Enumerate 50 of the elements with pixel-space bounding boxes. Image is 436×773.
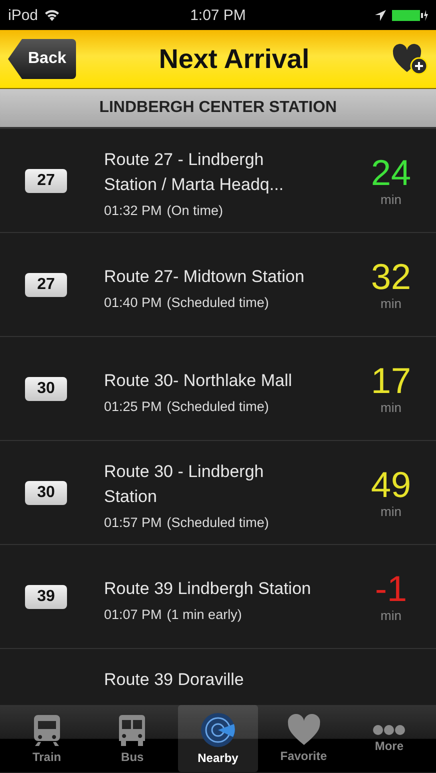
route-number: 30 xyxy=(25,480,67,504)
minutes-count: 49 xyxy=(370,466,412,504)
arrival-status: (1 min early) xyxy=(166,606,242,622)
heart-icon xyxy=(286,714,321,746)
route-number: 27 xyxy=(25,272,67,296)
arrival-status: (On time) xyxy=(166,203,224,218)
route-title: Route 39 Doraville xyxy=(104,669,245,691)
route-title: Route 39 Lindbergh Station xyxy=(104,578,312,600)
wifi-icon xyxy=(44,9,60,21)
minutes-count: 32 xyxy=(370,258,412,296)
arrival-time: 01:40 PM xyxy=(104,294,162,310)
location-arrow-icon xyxy=(375,10,386,20)
route-title: Route 27- Midtown Station xyxy=(104,266,306,288)
tab-item[interactable]: Bus xyxy=(92,705,172,772)
arrival-status: (Scheduled time) xyxy=(166,294,269,310)
minutes-unit: min xyxy=(380,192,402,207)
route-title: Route 30 - Lindbergh Station xyxy=(104,461,265,508)
route-title: Route 30- Northlake Mall xyxy=(104,370,294,392)
arrival-time: 01:25 PM xyxy=(104,398,162,414)
route-number: 39 xyxy=(25,584,67,608)
arrival-time: 01:32 PM xyxy=(104,203,162,218)
radar-icon xyxy=(200,712,236,748)
tab-item[interactable]: Nearby xyxy=(178,705,258,772)
more-icon xyxy=(373,724,406,736)
route-number: 30 xyxy=(25,376,67,400)
arrival-status: (Scheduled time) xyxy=(166,515,269,530)
battery-icon xyxy=(392,8,428,22)
arrival-time: 01:57 PM xyxy=(104,515,162,530)
minutes-unit: min xyxy=(380,504,402,519)
minutes-count: 24 xyxy=(370,154,412,192)
minutes-unit: min xyxy=(380,296,402,311)
route-title: Route 27 - Lindbergh Station / Marta Headq... xyxy=(104,149,285,196)
heart-plus-icon[interactable] xyxy=(392,43,428,75)
minutes-unit: min xyxy=(380,400,402,415)
bus-icon xyxy=(117,713,148,747)
arrival-status: (Scheduled time) xyxy=(166,398,269,414)
device-name: iPod xyxy=(8,6,38,24)
back-button[interactable]: Back xyxy=(8,39,76,79)
screen-title: Next Arrival xyxy=(158,44,310,74)
arrival-time: 01:07 PM xyxy=(104,606,162,622)
minutes-count: 17 xyxy=(370,362,412,400)
minutes-count: -1 xyxy=(374,570,407,608)
tab-item[interactable]: Favorite xyxy=(264,705,344,772)
train-icon xyxy=(32,713,62,747)
section-header: LINDBERGH CENTER STATION xyxy=(0,89,436,129)
clock-time: 1:07 PM xyxy=(190,6,246,24)
tab-item[interactable]: Train xyxy=(6,705,87,772)
route-number: 27 xyxy=(25,168,67,192)
minutes-unit: min xyxy=(380,608,402,623)
tab-item[interactable]: More xyxy=(349,705,430,772)
